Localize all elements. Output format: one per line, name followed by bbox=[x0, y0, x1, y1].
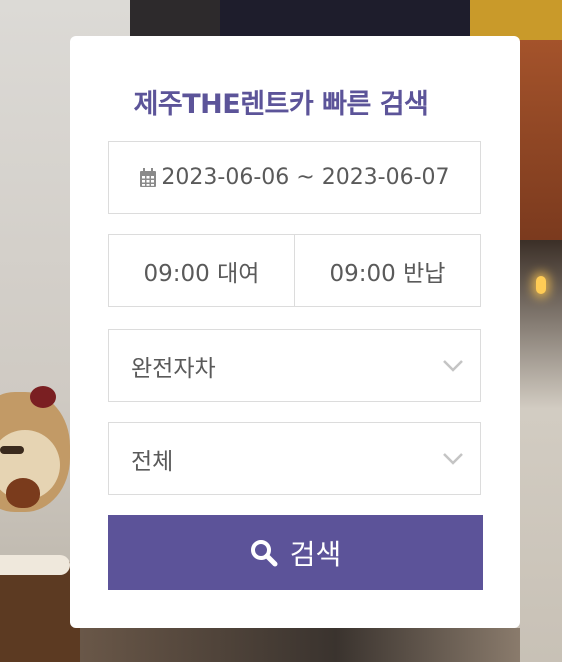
search-button[interactable]: 검색 bbox=[108, 515, 483, 590]
chevron-down-icon bbox=[443, 359, 463, 372]
date-range-text: 2023-06-06 ~ 2023-06-07 bbox=[161, 165, 450, 190]
time-selector-row: 09:00 대여 09:00 반납 bbox=[108, 234, 481, 307]
calendar-icon bbox=[140, 167, 157, 187]
search-icon bbox=[250, 539, 278, 566]
page-title: 제주THE렌트카 빠른 검색 bbox=[133, 89, 429, 120]
insurance-select[interactable]: 완전자차 bbox=[108, 329, 481, 402]
chevron-down-icon bbox=[443, 452, 463, 465]
search-button-label: 검색 bbox=[289, 537, 342, 571]
return-time-select[interactable]: 09:00 반납 bbox=[295, 235, 480, 306]
car-type-select[interactable]: 전체 bbox=[108, 422, 481, 495]
date-range-picker[interactable]: 2023-06-06 ~ 2023-06-07 bbox=[108, 141, 481, 214]
insurance-select-value: 완전자차 bbox=[131, 355, 216, 382]
pickup-time-select[interactable]: 09:00 대여 bbox=[109, 235, 295, 306]
car-type-select-value: 전체 bbox=[131, 448, 174, 475]
